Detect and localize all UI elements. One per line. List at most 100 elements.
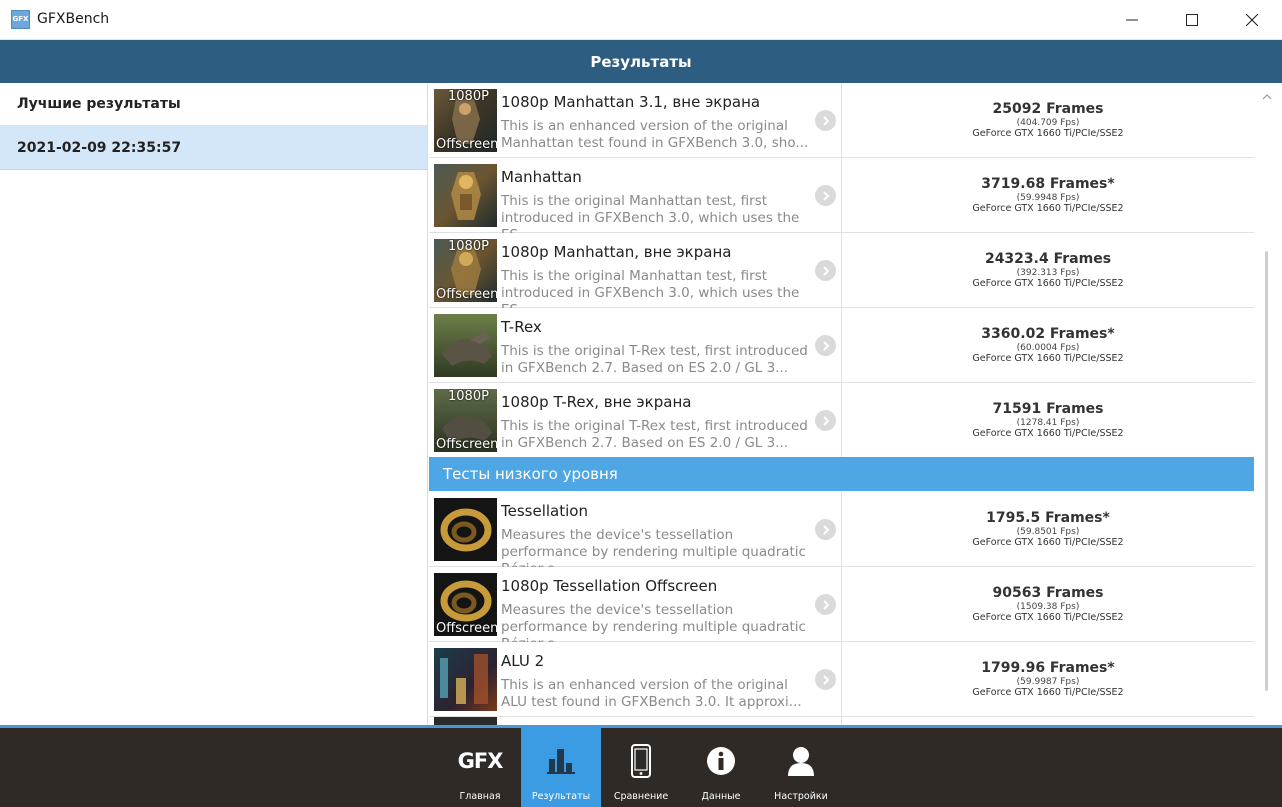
result-row[interactable]: 1080P Offscreen 1080p Manhattan, вне экр… [429, 233, 1254, 318]
sidebar-heading-best-results[interactable]: Лучшие результаты [0, 83, 427, 126]
score-fps: (404.709 Fps) [1016, 118, 1080, 128]
test-thumbnail [434, 164, 497, 227]
score-cell: 1799.96 Frames* (59.9987 Fps) GeForce GT… [842, 642, 1254, 717]
window-title: GFXBench [37, 11, 110, 27]
scroll-up-icon[interactable] [1262, 93, 1272, 101]
test-name: 1080p T-Rex, вне экрана [501, 393, 692, 411]
test-name: ALU 2 [501, 652, 545, 670]
maximize-button[interactable] [1162, 0, 1222, 40]
nav-item-compare[interactable]: Сравнение [601, 728, 681, 807]
minimize-button[interactable] [1102, 0, 1162, 40]
scrollbar-thumb[interactable] [1265, 251, 1268, 691]
score-fps: (392.313 Fps) [1016, 268, 1080, 278]
bottom-navigation: GFX Главная Результаты Сравнение Данные … [0, 728, 1282, 807]
test-description: This is an enhanced version of the origi… [501, 118, 809, 151]
user-icon [761, 744, 841, 778]
results-list: 1080P Offscreen 1080p Manhattan 3.1, вне… [428, 83, 1282, 725]
details-button[interactable] [815, 519, 836, 540]
score-fps: (59.9987 Fps) [1016, 677, 1080, 687]
nav-item-data[interactable]: Данные [681, 728, 761, 807]
test-thumbnail [434, 648, 497, 711]
app-icon: GFX [11, 10, 30, 29]
test-name: 1080p Manhattan 3.1, вне экрана [501, 93, 761, 111]
result-row[interactable]: T-Rex This is the original T-Rex test, f… [429, 308, 1254, 383]
test-name: 1080p Tessellation Offscreen [501, 577, 718, 595]
score-cell: 24323.4 Frames (392.313 Fps) GeForce GTX… [842, 233, 1254, 308]
score-device: GeForce GTX 1660 Ti/PCIe/SSE2 [972, 612, 1124, 623]
section-title: Тесты низкого уровня [443, 465, 618, 483]
details-button[interactable] [815, 410, 836, 431]
test-name: 1080p Manhattan, вне экрана [501, 243, 732, 261]
nav-label: Настройки [774, 791, 828, 802]
score-cell: 90563 Frames (1509.38 Fps) GeForce GTX 1… [842, 567, 1254, 642]
result-row-partial [429, 716, 1254, 725]
nav-label: Главная [459, 791, 501, 802]
nav-item-results[interactable]: Результаты [521, 728, 601, 807]
chevron-right-icon [822, 115, 829, 126]
sidebar-item-result-date[interactable]: 2021-02-09 22:35:57 [0, 126, 427, 170]
sidebar: Лучшие результаты 2021-02-09 22:35:57 [0, 83, 428, 725]
result-row[interactable]: Offscreen 1080p Tessellation Offscreen M… [429, 567, 1254, 652]
chevron-right-icon [822, 599, 829, 610]
score-device: GeForce GTX 1660 Ti/PCIe/SSE2 [972, 687, 1124, 698]
result-row[interactable]: ALU 2 This is an enhanced version of the… [429, 642, 1254, 717]
test-thumbnail: 1080P Offscreen [434, 239, 497, 302]
test-thumbnail: Offscreen [434, 573, 497, 636]
score-fps: (59.8501 Fps) [1016, 527, 1080, 537]
score-device: GeForce GTX 1660 Ti/PCIe/SSE2 [972, 353, 1124, 364]
test-description: This is the original T-Rex test, first i… [501, 418, 808, 451]
score-device: GeForce GTX 1660 Ti/PCIe/SSE2 [972, 128, 1124, 139]
score-fps: (1509.38 Fps) [1016, 602, 1080, 612]
thumbnail-tag-bottom: Offscreen [436, 621, 497, 636]
chevron-right-icon [822, 415, 829, 426]
maximize-icon [1186, 14, 1198, 26]
test-description: This is the original T-Rex test, first i… [501, 343, 808, 376]
score-cell: 1795.5 Frames* (59.8501 Fps) GeForce GTX… [842, 492, 1254, 567]
thumbnail-tag-bottom: Offscreen [436, 437, 497, 452]
result-row[interactable]: 1080P Offscreen 1080p Manhattan 3.1, вне… [429, 83, 1254, 158]
bar-chart-icon [521, 744, 601, 778]
thumbnail-tag-bottom: Offscreen [436, 287, 497, 302]
score-value: 24323.4 Frames [984, 251, 1112, 267]
phone-icon [601, 744, 681, 778]
test-thumbnail: 1080P Offscreen [434, 389, 497, 452]
score-device: GeForce GTX 1660 Ti/PCIe/SSE2 [972, 537, 1124, 548]
details-button[interactable] [815, 110, 836, 131]
thumbnail-tag-bottom: Offscreen [436, 137, 497, 152]
nav-item-settings[interactable]: Настройки [761, 728, 841, 807]
nav-label: Данные [701, 791, 741, 802]
score-cell: 25092 Frames (404.709 Fps) GeForce GTX 1… [842, 83, 1254, 158]
score-device: GeForce GTX 1660 Ti/PCIe/SSE2 [972, 203, 1124, 214]
scrollbar[interactable] [1262, 93, 1272, 715]
nav-label: Результаты [531, 791, 591, 802]
close-button[interactable] [1222, 0, 1282, 40]
score-fps: (1278.41 Fps) [1016, 418, 1080, 428]
test-thumbnail [434, 498, 497, 561]
details-button[interactable] [815, 260, 836, 281]
test-description: This is an enhanced version of the origi… [501, 677, 802, 710]
chevron-right-icon [822, 524, 829, 535]
score-fps: (59.9948 Fps) [1016, 193, 1080, 203]
title-bar: GFX GFXBench [0, 0, 1282, 40]
result-row[interactable]: 1080P Offscreen 1080p T-Rex, вне экрана … [429, 383, 1254, 458]
nav-item-home[interactable]: GFX Главная [440, 728, 520, 807]
score-cell: 3719.68 Frames* (59.9948 Fps) GeForce GT… [842, 158, 1254, 233]
nav-label: Сравнение [613, 791, 669, 802]
test-thumbnail: 1080P Offscreen [434, 89, 497, 152]
details-button[interactable] [815, 669, 836, 690]
result-row[interactable]: Tessellation Measures the device's tesse… [429, 492, 1254, 577]
result-row[interactable]: Manhattan This is the original Manhattan… [429, 158, 1254, 243]
test-thumbnail [434, 717, 497, 725]
test-name: Tessellation [501, 502, 588, 520]
details-button[interactable] [815, 185, 836, 206]
score-value: 1799.96 Frames* [981, 660, 1115, 676]
column-divider [841, 717, 842, 725]
score-value: 71591 Frames [992, 401, 1104, 417]
test-name: T-Rex [501, 318, 542, 336]
score-cell: 71591 Frames (1278.41 Fps) GeForce GTX 1… [842, 383, 1254, 458]
close-icon [1246, 14, 1258, 26]
thumbnail-tag-top: 1080P [448, 389, 489, 404]
page-title: Результаты [590, 52, 692, 71]
details-button[interactable] [815, 335, 836, 356]
details-button[interactable] [815, 594, 836, 615]
